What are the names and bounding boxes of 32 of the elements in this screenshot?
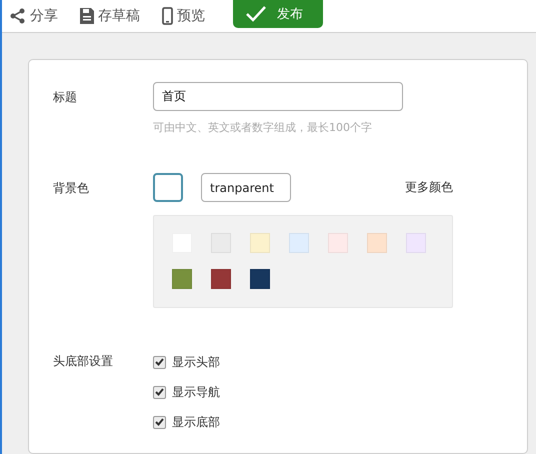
option-label: 显示导航 <box>172 384 220 400</box>
color-preview[interactable] <box>153 173 183 202</box>
publish-button[interactable]: 发布 <box>233 0 323 28</box>
checkmark-icon <box>155 358 164 366</box>
option-label: 显示头部 <box>172 354 220 370</box>
phone-icon <box>162 7 173 25</box>
color-swatch[interactable] <box>172 269 192 289</box>
check-icon <box>245 5 267 23</box>
share-icon <box>10 8 26 24</box>
color-swatch[interactable] <box>250 233 270 253</box>
save-icon <box>80 8 94 24</box>
color-swatch[interactable] <box>211 269 231 289</box>
color-swatch[interactable] <box>250 269 270 289</box>
field-label: 背景色 <box>53 180 90 197</box>
checkmark-icon <box>155 388 164 396</box>
checkbox[interactable] <box>153 356 166 368</box>
share-button[interactable]: 分享 <box>10 7 58 25</box>
color-swatch[interactable] <box>289 233 309 253</box>
color-swatch[interactable] <box>406 233 426 253</box>
checkbox[interactable] <box>153 386 166 398</box>
hint-text: 可由中文、英文或者数字组成，最长100个字 <box>153 120 373 135</box>
draft-button[interactable]: 存草稿 <box>80 7 140 25</box>
field-label: 头底部设置 <box>53 353 114 370</box>
color-swatch[interactable] <box>367 233 387 253</box>
field-label: 标题 <box>53 89 78 106</box>
title-input[interactable]: 首页 <box>153 82 403 111</box>
color-input[interactable]: tranparent <box>201 173 291 202</box>
option-label: 显示底部 <box>172 414 220 430</box>
checkmark-icon <box>155 418 164 426</box>
checkbox[interactable] <box>153 416 166 428</box>
more-colors-link[interactable]: 更多颜色 <box>405 179 453 196</box>
preview-button[interactable]: 预览 <box>162 7 205 25</box>
